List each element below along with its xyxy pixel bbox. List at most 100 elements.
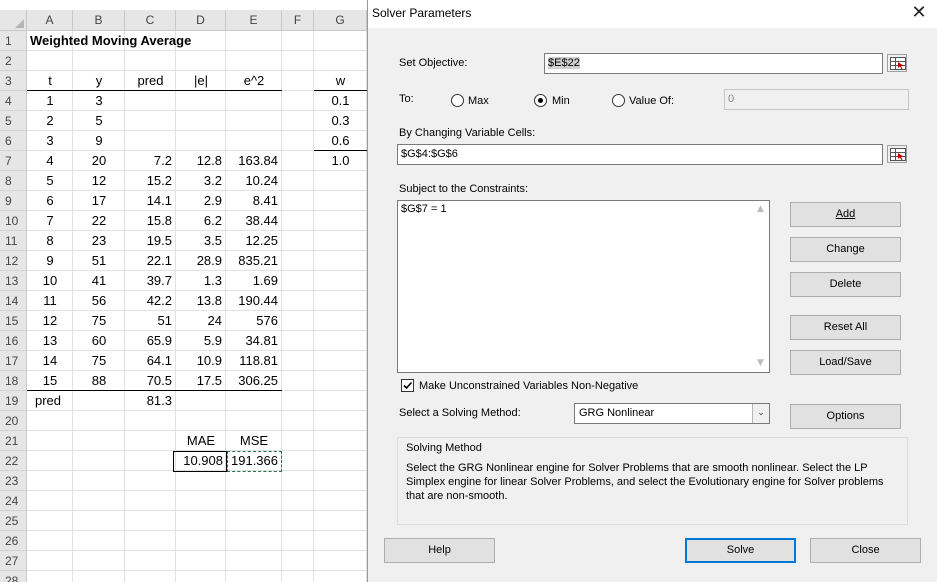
table-cell-y[interactable]: 5 [73, 111, 125, 131]
close-button[interactable]: Close [810, 538, 921, 563]
table-cell-t[interactable]: 4 [27, 151, 73, 171]
reset-all-button[interactable]: Reset All [790, 315, 901, 340]
table-cell-e2[interactable]: 118.81 [226, 351, 282, 371]
table-cell-pred[interactable]: 64.1 [125, 351, 176, 371]
row-header[interactable]: 4 [0, 91, 27, 111]
pred-next-value[interactable]: 81.3 [125, 391, 176, 411]
table-cell-pred[interactable]: 51 [125, 311, 176, 331]
row-header[interactable]: 5 [0, 111, 27, 131]
header-e2[interactable]: e^2 [226, 71, 282, 91]
table-cell-y[interactable]: 22 [73, 211, 125, 231]
table-cell-pred[interactable]: 70.5 [125, 371, 176, 391]
table-cell-abs-e[interactable]: 24 [176, 311, 226, 331]
row-header[interactable]: 8 [0, 171, 27, 191]
changing-ref-button[interactable] [887, 145, 907, 163]
table-cell-abs-e[interactable]: 28.9 [176, 251, 226, 271]
max-label[interactable]: Max [468, 95, 489, 107]
table-cell-t[interactable]: 12 [27, 311, 73, 331]
column-header[interactable]: G [314, 10, 367, 31]
mse-value[interactable]: 191.366 [226, 451, 282, 471]
table-cell-y[interactable]: 56 [73, 291, 125, 311]
table-cell-y[interactable]: 20 [73, 151, 125, 171]
header-t[interactable]: t [27, 71, 73, 91]
row-header[interactable]: 26 [0, 531, 27, 551]
table-cell-pred[interactable]: 22.1 [125, 251, 176, 271]
table-cell-y[interactable]: 3 [73, 91, 125, 111]
mse-label[interactable]: MSE [226, 431, 282, 451]
row-header[interactable]: 18 [0, 371, 27, 391]
chevron-down-icon[interactable]: ⌄ [752, 404, 769, 423]
row-header[interactable]: 21 [0, 431, 27, 451]
value-of-label[interactable]: Value Of: [629, 95, 674, 107]
table-cell-abs-e[interactable]: 6.2 [176, 211, 226, 231]
header-pred[interactable]: pred [125, 71, 176, 91]
table-cell-abs-e[interactable]: 13.8 [176, 291, 226, 311]
table-cell-t[interactable]: 5 [27, 171, 73, 191]
row-header[interactable]: 24 [0, 491, 27, 511]
pred-label[interactable]: pred [27, 391, 87, 411]
row-header[interactable]: 16 [0, 331, 27, 351]
table-cell-pred[interactable]: 7.2 [125, 151, 176, 171]
row-header[interactable]: 22 [0, 451, 27, 471]
table-cell-pred[interactable]: 15.8 [125, 211, 176, 231]
column-header[interactable]: F [282, 10, 314, 31]
row-header[interactable]: 2 [0, 51, 27, 71]
scroll-down-icon[interactable]: ▼ [752, 355, 769, 372]
header-y[interactable]: y [73, 71, 125, 91]
min-radio[interactable] [534, 94, 547, 107]
table-cell-pred[interactable]: 15.2 [125, 171, 176, 191]
table-cell-y[interactable]: 9 [73, 131, 125, 151]
table-cell-pred[interactable] [125, 131, 176, 151]
solve-button[interactable]: Solve [685, 538, 796, 563]
add-button[interactable]: Add [790, 202, 901, 227]
table-cell-y[interactable]: 75 [73, 311, 125, 331]
row-header[interactable]: 15 [0, 311, 27, 331]
table-cell-pred[interactable]: 65.9 [125, 331, 176, 351]
objective-input[interactable]: $E$22 [544, 53, 883, 74]
row-header[interactable]: 10 [0, 211, 27, 231]
table-cell-e2[interactable]: 306.25 [226, 371, 282, 391]
table-cell-pred[interactable]: 42.2 [125, 291, 176, 311]
row-header[interactable]: 14 [0, 291, 27, 311]
sheet-title[interactable]: Weighted Moving Average [27, 31, 227, 51]
table-cell-abs-e[interactable]: 3.5 [176, 231, 226, 251]
table-cell-abs-e[interactable]: 1.3 [176, 271, 226, 291]
table-cell-e2[interactable]: 190.44 [226, 291, 282, 311]
table-cell-t[interactable]: 10 [27, 271, 73, 291]
row-header[interactable]: 3 [0, 71, 27, 91]
row-header[interactable]: 25 [0, 511, 27, 531]
table-cell-y[interactable]: 75 [73, 351, 125, 371]
table-cell-t[interactable]: 9 [27, 251, 73, 271]
table-cell-e2[interactable]: 576 [226, 311, 282, 331]
row-header[interactable]: 27 [0, 551, 27, 571]
row-header[interactable]: 20 [0, 411, 27, 431]
table-cell-t[interactable]: 14 [27, 351, 73, 371]
header-w[interactable]: w [314, 71, 367, 91]
table-cell-e2[interactable]: 8.41 [226, 191, 282, 211]
changing-cells-input[interactable]: $G$4:$G$6 [397, 144, 883, 165]
delete-button[interactable]: Delete [790, 272, 901, 297]
row-header[interactable]: 12 [0, 251, 27, 271]
weight-cell[interactable]: 0.1 [314, 91, 367, 111]
table-cell-y[interactable]: 12 [73, 171, 125, 191]
method-select[interactable]: GRG Nonlinear ⌄ [574, 403, 770, 424]
table-cell-abs-e[interactable]: 10.9 [176, 351, 226, 371]
value-of-input[interactable]: 0 [724, 89, 909, 110]
table-cell-t[interactable]: 11 [27, 291, 73, 311]
table-cell-abs-e[interactable]: 2.9 [176, 191, 226, 211]
table-cell-e2[interactable] [226, 111, 282, 131]
table-cell-e2[interactable]: 10.24 [226, 171, 282, 191]
row-header[interactable]: 11 [0, 231, 27, 251]
table-cell-abs-e[interactable]: 12.8 [176, 151, 226, 171]
constraint-item[interactable]: $G$7 = 1 [401, 203, 447, 215]
select-all-corner[interactable] [0, 10, 27, 31]
table-cell-t[interactable]: 1 [27, 91, 73, 111]
row-header[interactable]: 19 [0, 391, 27, 411]
table-cell-e2[interactable]: 12.25 [226, 231, 282, 251]
column-header[interactable]: D [176, 10, 226, 31]
title-bar[interactable]: Solver Parameters ✕ [368, 0, 937, 28]
min-label[interactable]: Min [552, 95, 570, 107]
weight-cell[interactable]: 0.6 [314, 131, 367, 151]
table-cell-pred[interactable] [125, 111, 176, 131]
nonneg-checkbox[interactable] [401, 379, 414, 392]
